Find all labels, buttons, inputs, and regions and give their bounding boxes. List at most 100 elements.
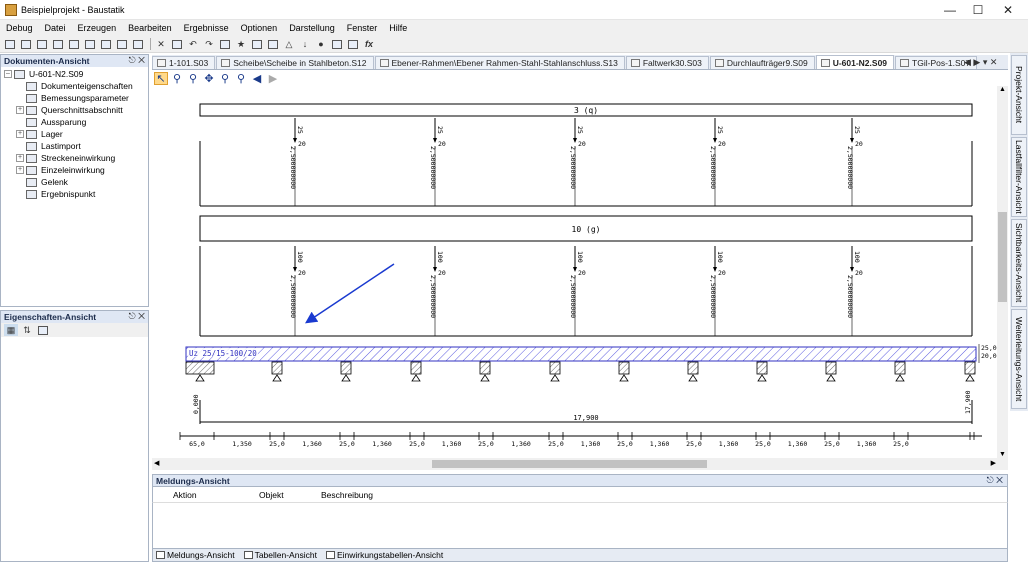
document-tab[interactable]: U-601-N2.S09 <box>815 55 895 69</box>
column-objekt[interactable]: Objekt <box>259 490 284 500</box>
point-load-top[interactable]: 25 202,500000000 <box>289 118 306 206</box>
section-icon[interactable] <box>250 38 264 50</box>
open-icon[interactable] <box>19 38 33 50</box>
cut-icon[interactable]: ✕ <box>154 38 168 50</box>
support[interactable] <box>687 361 699 382</box>
support[interactable] <box>964 361 976 382</box>
menu-darstellung[interactable]: Darstellung <box>289 23 335 33</box>
beam-section[interactable]: Uz 25/15-100/20 25,0 20,0 <box>185 344 997 363</box>
select-pointer-icon[interactable]: ↖ <box>154 71 168 85</box>
tree-item[interactable]: Dokumenteigenschaften <box>16 80 148 92</box>
undo-icon[interactable]: ↶ <box>186 38 200 50</box>
point-load-bottom[interactable]: 100 202,500000000 <box>846 246 863 336</box>
tab-weiterleitungs-ansicht[interactable]: Weiterleitungs-Ansicht <box>1011 309 1027 409</box>
close-icon[interactable]: ✕ <box>988 0 1028 20</box>
support[interactable] <box>549 361 561 382</box>
tab-scroll-controls[interactable]: ◀ ▶ ▾ ✕ <box>964 57 997 68</box>
new-icon[interactable] <box>3 38 17 50</box>
document-tab[interactable]: Ebener-Rahmen\Ebener Rahmen-Stahl-Stahla… <box>374 56 625 69</box>
expand-icon[interactable]: + <box>16 166 24 174</box>
pan-icon[interactable]: ✥ <box>202 72 216 85</box>
support[interactable] <box>410 361 422 382</box>
point-load-bottom[interactable]: 100 202,500000000 <box>709 246 726 336</box>
distributed-load-g[interactable]: 10 (g) <box>199 215 973 242</box>
support[interactable] <box>340 361 352 382</box>
support[interactable] <box>271 361 283 382</box>
beam-drawing[interactable]: 3 (q) 10 (g) 25202,500000000 100202,50000… <box>152 86 997 458</box>
tree-item[interactable]: + Einzeleinwirkung <box>16 164 148 176</box>
hinge-icon[interactable]: ● <box>314 38 328 50</box>
copy-icon[interactable] <box>170 38 184 50</box>
document-tab[interactable]: Faltwerk30.S03 <box>625 56 709 69</box>
vertical-scroll-thumb[interactable] <box>998 212 1007 302</box>
scroll-left-icon[interactable]: ◀ <box>154 459 159 467</box>
tree-item[interactable]: + Querschnittsabschnitt <box>16 104 148 116</box>
point-load-top[interactable]: 25 202,500000000 <box>569 118 586 206</box>
zoom-in-icon[interactable]: ⚲ <box>218 72 232 85</box>
drawing-canvas[interactable]: 3 (q) 10 (g) 25 20 2,500000000 100 20 2,50000… <box>152 86 997 458</box>
tab-einwirkungstabellen-ansicht[interactable]: Einwirkungstabellen-Ansicht <box>323 550 443 560</box>
zoom-window-icon[interactable]: ⚲ <box>186 72 200 85</box>
paste-icon[interactable] <box>218 38 232 50</box>
load-icon[interactable]: ↓ <box>298 38 312 50</box>
menu-fenster[interactable]: Fenster <box>347 23 378 33</box>
tree-item[interactable]: Ergebnispunkt <box>16 188 148 200</box>
expand-icon[interactable]: + <box>16 154 24 162</box>
horizontal-scroll-thumb[interactable] <box>432 460 707 468</box>
menu-hilfe[interactable]: Hilfe <box>389 23 407 33</box>
menu-optionen[interactable]: Optionen <box>241 23 278 33</box>
menu-bearbeiten[interactable]: Bearbeiten <box>128 23 172 33</box>
scroll-up-icon[interactable]: ▲ <box>999 86 1006 93</box>
preview-icon[interactable] <box>83 38 97 50</box>
forward-icon[interactable]: ▶ <box>266 72 280 85</box>
document-tab[interactable]: 1-101.S03 <box>152 56 216 69</box>
point-load-top[interactable]: 25 202,500000000 <box>429 118 446 206</box>
tab-lastfallfilter-ansicht[interactable]: Lastfallfilter-Ansicht <box>1011 137 1027 217</box>
support[interactable] <box>185 361 215 382</box>
support[interactable] <box>479 361 491 382</box>
pin-close-icon[interactable]: ⎋ ✕ <box>129 55 145 66</box>
point-load-top[interactable]: 25 202,500000000 <box>709 118 726 206</box>
back-icon[interactable]: ◀ <box>250 72 264 85</box>
menu-datei[interactable]: Datei <box>45 23 66 33</box>
tree-root[interactable]: – U-601-N2.S09 <box>4 68 148 80</box>
save-as-icon[interactable] <box>51 38 65 50</box>
tab-projekt-ansicht[interactable]: Projekt-Ansicht <box>1011 55 1027 135</box>
column-aktion[interactable]: Aktion <box>173 490 197 500</box>
vertical-scrollbar[interactable]: ▲ ▼ <box>997 86 1008 458</box>
calc-icon[interactable] <box>346 38 360 50</box>
support[interactable] <box>618 361 630 382</box>
support-icon[interactable]: △ <box>282 38 296 50</box>
tree-item[interactable]: Lastimport <box>16 140 148 152</box>
point-load-top[interactable]: 25 202,500000000 <box>846 118 863 206</box>
pdf-icon[interactable] <box>115 38 129 50</box>
scroll-down-icon[interactable]: ▼ <box>999 451 1006 458</box>
zoom-icon[interactable]: ⚲ <box>170 72 184 85</box>
menu-ergebnisse[interactable]: Ergebnisse <box>184 23 229 33</box>
expand-icon[interactable]: + <box>16 106 24 114</box>
tree-item[interactable]: + Lager <box>16 128 148 140</box>
property-pages-icon[interactable] <box>36 324 50 336</box>
print-icon[interactable] <box>67 38 81 50</box>
save-icon[interactable] <box>35 38 49 50</box>
distributed-load-q[interactable]: 3 (q) <box>199 103 973 117</box>
sort-az-icon[interactable]: ⇅ <box>20 324 34 336</box>
point-load-bottom[interactable]: 100 202,500000000 <box>289 246 306 336</box>
point-load-bottom[interactable]: 100 202,500000000 <box>569 246 586 336</box>
document-tab[interactable]: Durchlaufträger9.S09 <box>709 56 815 69</box>
tab-sichtbarkeits-ansicht[interactable]: Sichtbarkeits-Ansicht <box>1011 219 1027 307</box>
tree-item[interactable]: Bemessungsparameter <box>16 92 148 104</box>
tab-meldungs-ansicht[interactable]: Meldungs-Ansicht <box>153 550 235 560</box>
menu-debug[interactable]: Debug <box>6 23 33 33</box>
result-icon[interactable] <box>330 38 344 50</box>
beam-icon[interactable] <box>266 38 280 50</box>
support[interactable] <box>894 361 906 382</box>
document-tab[interactable]: Scheibe\Scheibe in Stahlbeton.S12 <box>216 56 374 69</box>
column-beschreibung[interactable]: Beschreibung <box>321 490 373 500</box>
document-icon[interactable] <box>131 38 145 50</box>
pin-close-icon[interactable]: ⎋ ✕ <box>987 475 1003 486</box>
redo-icon[interactable]: ↷ <box>202 38 216 50</box>
tree-item[interactable]: Aussparung <box>16 116 148 128</box>
tree-item[interactable]: + Streckeneinwirkung <box>16 152 148 164</box>
wand-icon[interactable]: ★ <box>234 38 248 50</box>
